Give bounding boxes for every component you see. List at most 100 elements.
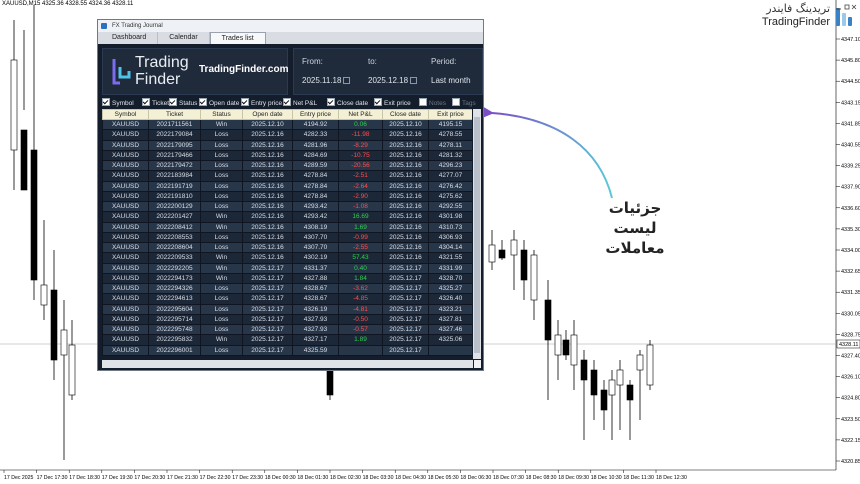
from-date-picker[interactable]: 2025.11.18 bbox=[302, 76, 351, 85]
column-header[interactable]: Symbol bbox=[102, 109, 149, 120]
table-cell: 4327.81 bbox=[428, 313, 472, 326]
checkbox-icon bbox=[452, 98, 460, 106]
time-label: 18 Dec 05:30 bbox=[428, 475, 459, 481]
tab-trades-list[interactable]: Trades list bbox=[209, 32, 266, 44]
table-cell: 2022295604 bbox=[148, 303, 201, 315]
table-row[interactable]: XAUUSD 2022292205 Win 2025.12.17 4331.37 0.40… bbox=[102, 262, 472, 274]
candle-body bbox=[326, 369, 334, 396]
column-header[interactable]: Open date bbox=[242, 109, 293, 120]
table-row[interactable]: XAUUSD 2022295604 Loss 2025.12.17 4326.19 -4.… bbox=[102, 303, 472, 315]
table-cell: 2025.12.16 bbox=[382, 231, 429, 244]
table-row[interactable]: XAUUSD 2021711561 Win 2025.12.10 4194.92 0.06… bbox=[102, 118, 472, 131]
table-row[interactable]: XAUUSD 2022295832 Win 2025.12.17 4327.17 1.89… bbox=[102, 334, 472, 346]
column-toggle-label: Ticket bbox=[152, 100, 170, 107]
table-cell: 2025.12.16 bbox=[382, 200, 429, 213]
table-cell: -0.57 bbox=[338, 323, 383, 336]
column-toggle-symbol[interactable]: Symbol bbox=[102, 98, 134, 107]
column-header[interactable]: Close date bbox=[382, 109, 429, 120]
table-row[interactable]: XAUUSD 2022179472 Loss 2025.12.16 4289.59 -20… bbox=[102, 159, 472, 172]
annotation-line-1: جزئیات لیست bbox=[608, 199, 662, 237]
table-cell: 2025.12.17 bbox=[382, 344, 429, 356]
table-row[interactable]: XAUUSD 2022208412 Win 2025.12.16 4308.19 1.69… bbox=[102, 221, 472, 233]
column-header[interactable]: Ticket bbox=[148, 109, 201, 120]
table-cell: 2025.12.16 bbox=[242, 252, 293, 264]
table-cell: XAUUSD bbox=[102, 139, 149, 151]
chart-window-controls[interactable] bbox=[834, 3, 858, 11]
price-label: 4327.40 bbox=[841, 354, 860, 360]
column-toggle-exit-price[interactable]: Exit price bbox=[374, 98, 411, 107]
candle-body bbox=[488, 244, 496, 263]
time-label: 18 Dec 03:30 bbox=[363, 475, 394, 481]
table-cell: 4293.42 bbox=[292, 200, 339, 213]
table-cell: 2025.12.16 bbox=[242, 159, 293, 172]
table-cell: XAUUSD bbox=[102, 129, 149, 141]
tab-calendar[interactable]: Calendar bbox=[158, 32, 210, 44]
table-row[interactable]: XAUUSD 2022183984 Loss 2025.12.16 4278.84 -2.… bbox=[102, 170, 472, 182]
table-cell: 2025.12.16 bbox=[242, 200, 293, 213]
table-cell: 4327.93 bbox=[292, 323, 339, 336]
time-label: 18 Dec 08:30 bbox=[526, 475, 557, 481]
table-cell: 2025.12.16 bbox=[382, 190, 429, 203]
to-date-value: 2025.12.18 bbox=[368, 76, 409, 85]
scrollbar-thumb[interactable] bbox=[474, 117, 480, 353]
table-cell: XAUUSD bbox=[102, 231, 149, 244]
time-label: 17 Dec 2025 bbox=[4, 475, 34, 481]
table-cell: 2025.12.16 bbox=[242, 190, 293, 203]
resize-grip[interactable] bbox=[474, 360, 481, 368]
table-cell: 4325.27 bbox=[428, 282, 472, 295]
column-toggle-tags[interactable]: Tags bbox=[452, 98, 476, 107]
table-cell: 4304.14 bbox=[428, 241, 472, 254]
table-cell bbox=[338, 344, 383, 356]
trading-journal-window[interactable]: FX Trading Journal Dashboard Calendar Tr… bbox=[97, 19, 484, 371]
table-row[interactable]: XAUUSD 2022208553 Loss 2025.12.16 4307.70 -0.… bbox=[102, 231, 472, 244]
table-cell: 4328.70 bbox=[428, 272, 472, 285]
checkbox-icon bbox=[374, 98, 382, 106]
table-row[interactable]: XAUUSD 2022179466 Loss 2025.12.16 4284.69 -10… bbox=[102, 149, 472, 162]
candle-body bbox=[554, 334, 562, 356]
table-cell: Loss bbox=[200, 231, 243, 244]
table-row[interactable]: XAUUSD 2022201427 Win 2025.12.16 4293.42 16.6… bbox=[102, 211, 472, 223]
column-toggle-notes[interactable]: Notes bbox=[419, 98, 446, 107]
table-cell: Loss bbox=[200, 170, 243, 182]
chart-symbol-info: XAUUSD,M15 4325.36 4328.55 4324.36 4328.… bbox=[2, 1, 134, 7]
column-header[interactable]: Exit price bbox=[428, 109, 472, 120]
table-cell: 2025.12.10 bbox=[242, 118, 293, 131]
table-row[interactable]: XAUUSD 2022295714 Loss 2025.12.17 4327.93 -0.… bbox=[102, 313, 472, 326]
table-row[interactable]: XAUUSD 2022208604 Loss 2025.12.16 4307.70 -2.… bbox=[102, 241, 472, 254]
table-row[interactable]: XAUUSD 2022209533 Win 2025.12.16 4302.19 57.4… bbox=[102, 252, 472, 264]
column-toggle-net-p-l[interactable]: Net P&L bbox=[283, 98, 317, 107]
from-date-value: 2025.11.18 bbox=[302, 76, 342, 85]
table-cell: 2025.12.17 bbox=[242, 323, 293, 336]
table-row[interactable]: XAUUSD 2022191719 Loss 2025.12.16 4278.84 -2.… bbox=[102, 180, 472, 192]
table-row[interactable]: XAUUSD 2022200129 Loss 2025.12.16 4293.42 -1.… bbox=[102, 200, 472, 213]
table-row[interactable]: XAUUSD 2022294613 Loss 2025.12.17 4328.67 -4.… bbox=[102, 293, 472, 305]
table-row[interactable]: XAUUSD 2022179095 Loss 2025.12.16 4281.96 -8.… bbox=[102, 139, 472, 151]
table-row[interactable]: XAUUSD 2022294173 Win 2025.12.17 4327.88 1.84… bbox=[102, 272, 472, 285]
table-cell: 2025.12.16 bbox=[382, 241, 429, 254]
table-cell: Loss bbox=[200, 129, 243, 141]
table-row[interactable]: XAUUSD 2022191810 Loss 2025.12.16 4278.84 -2.… bbox=[102, 190, 472, 203]
table-row[interactable]: XAUUSD 2022295748 Loss 2025.12.17 4327.93 -0.… bbox=[102, 323, 472, 336]
column-toggle-entry-price[interactable]: Entry price bbox=[241, 98, 282, 107]
column-header[interactable]: Net P&L bbox=[338, 109, 383, 120]
candle-body bbox=[68, 344, 76, 396]
horizontal-scrollbar[interactable] bbox=[102, 360, 473, 368]
table-cell: 4296.23 bbox=[428, 159, 472, 172]
column-header[interactable]: Entry price bbox=[292, 109, 339, 120]
vertical-scrollbar[interactable] bbox=[473, 109, 481, 359]
column-toggle-ticket[interactable]: Ticket bbox=[142, 98, 169, 107]
column-toggle-status[interactable]: Status bbox=[169, 98, 197, 107]
table-row[interactable]: XAUUSD 2022179084 Loss 2025.12.16 4282.33 -11… bbox=[102, 129, 472, 141]
column-header[interactable]: Status bbox=[200, 109, 243, 120]
table-row[interactable]: XAUUSD 2022296001 Loss 2025.12.17 4325.59 202… bbox=[102, 344, 472, 356]
table-row[interactable]: XAUUSD 2022294326 Loss 2025.12.17 4328.67 -3.… bbox=[102, 282, 472, 295]
annotation-text: جزئیات لیست معاملات bbox=[585, 198, 685, 258]
column-toggle-close-date[interactable]: Close date bbox=[327, 98, 368, 107]
to-date-picker[interactable]: 2025.12.18 bbox=[368, 76, 418, 85]
table-cell: -2.55 bbox=[338, 241, 383, 254]
window-titlebar[interactable]: FX Trading Journal bbox=[98, 20, 483, 32]
trades-table-container[interactable]: Symbol Ticket Status Open date Entry price Ne… bbox=[102, 109, 472, 359]
tab-dashboard[interactable]: Dashboard bbox=[101, 32, 159, 44]
period-select[interactable]: Last month bbox=[431, 76, 471, 85]
column-toggle-open-date[interactable]: Open date bbox=[199, 98, 239, 107]
